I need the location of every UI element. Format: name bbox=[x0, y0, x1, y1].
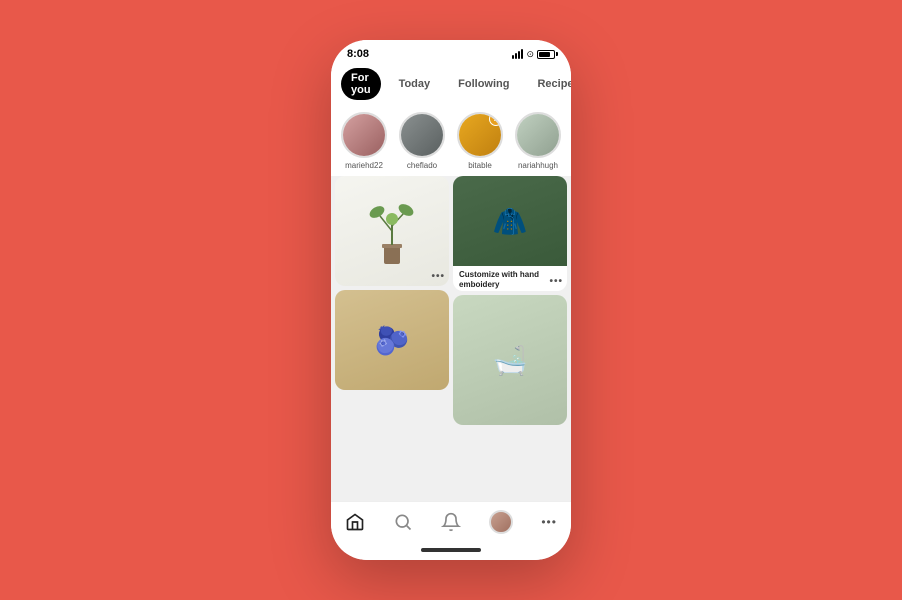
story-avatar-nariahhugh bbox=[515, 112, 561, 158]
tab-following[interactable]: Following bbox=[448, 74, 519, 94]
masonry-grid: ••• 🫐 🧥 Customize with hand emboidery bbox=[331, 176, 571, 501]
nav-tabs: For you Today Following Recipes bbox=[331, 64, 571, 106]
story-mariehd22[interactable]: mariehd22 bbox=[339, 112, 389, 170]
story-name-nariahhugh: nariahhugh bbox=[518, 161, 558, 170]
story-name-cheflado: cheflado bbox=[407, 161, 437, 170]
story-badge-bitable: 2 bbox=[489, 112, 503, 126]
nav-home[interactable] bbox=[345, 512, 365, 532]
nav-more[interactable]: ••• bbox=[541, 515, 557, 529]
content-area: ••• 🫐 🧥 Customize with hand emboidery bbox=[331, 176, 571, 501]
story-avatar-mariehd22 bbox=[341, 112, 387, 158]
nav-profile-avatar[interactable] bbox=[489, 510, 513, 534]
nav-notifications[interactable] bbox=[441, 512, 461, 532]
phone-frame: 8:08 ⊙ For you Today Following Recipes m… bbox=[331, 40, 571, 560]
search-icon bbox=[393, 512, 413, 532]
home-indicator bbox=[421, 548, 481, 552]
story-name-mariehd22: mariehd22 bbox=[345, 161, 383, 170]
pin-plant[interactable]: ••• bbox=[335, 176, 449, 286]
story-avatar-bitable: 2 bbox=[457, 112, 503, 158]
tab-today[interactable]: Today bbox=[389, 74, 441, 94]
left-column: ••• 🫐 bbox=[335, 176, 449, 501]
story-avatar-cheflado bbox=[399, 112, 445, 158]
story-name-bitable: bitable bbox=[468, 161, 492, 170]
nav-search[interactable] bbox=[393, 512, 413, 532]
pin-food[interactable]: 🫐 bbox=[335, 290, 449, 390]
home-icon bbox=[345, 512, 365, 532]
more-dots-icon: ••• bbox=[541, 515, 557, 529]
bathroom-emoji: 🛁 bbox=[493, 344, 528, 377]
bottom-nav: ••• bbox=[331, 501, 571, 546]
pin-jacket-more[interactable]: ••• bbox=[549, 276, 563, 287]
pin-jacket[interactable]: 🧥 Customize with hand emboidery ••• bbox=[453, 176, 567, 291]
signal-icon bbox=[512, 49, 523, 59]
tab-for-you[interactable]: For you bbox=[341, 68, 381, 100]
wifi-icon: ⊙ bbox=[526, 49, 534, 60]
tab-recipes[interactable]: Recipes bbox=[527, 74, 571, 94]
plant-illustration bbox=[362, 191, 422, 271]
story-cheflado[interactable]: cheflado bbox=[397, 112, 447, 170]
story-nariahhugh[interactable]: nariahhugh bbox=[513, 112, 563, 170]
pin-plant-more[interactable]: ••• bbox=[431, 271, 445, 282]
status-bar: 8:08 ⊙ bbox=[331, 40, 571, 64]
jacket-emoji: 🧥 bbox=[493, 205, 528, 238]
food-emoji: 🫐 bbox=[375, 324, 410, 357]
battery-icon bbox=[537, 50, 555, 59]
right-column: 🧥 Customize with hand emboidery ••• 🛁 bbox=[453, 176, 567, 501]
status-time: 8:08 bbox=[347, 48, 369, 60]
stories-row: mariehd22 cheflado 2 bitable nariahhugh bbox=[331, 106, 571, 176]
status-icons: ⊙ bbox=[512, 49, 555, 60]
story-bitable[interactable]: 2 bitable bbox=[455, 112, 505, 170]
pin-bathroom[interactable]: 🛁 bbox=[453, 295, 567, 425]
bell-icon bbox=[441, 512, 461, 532]
